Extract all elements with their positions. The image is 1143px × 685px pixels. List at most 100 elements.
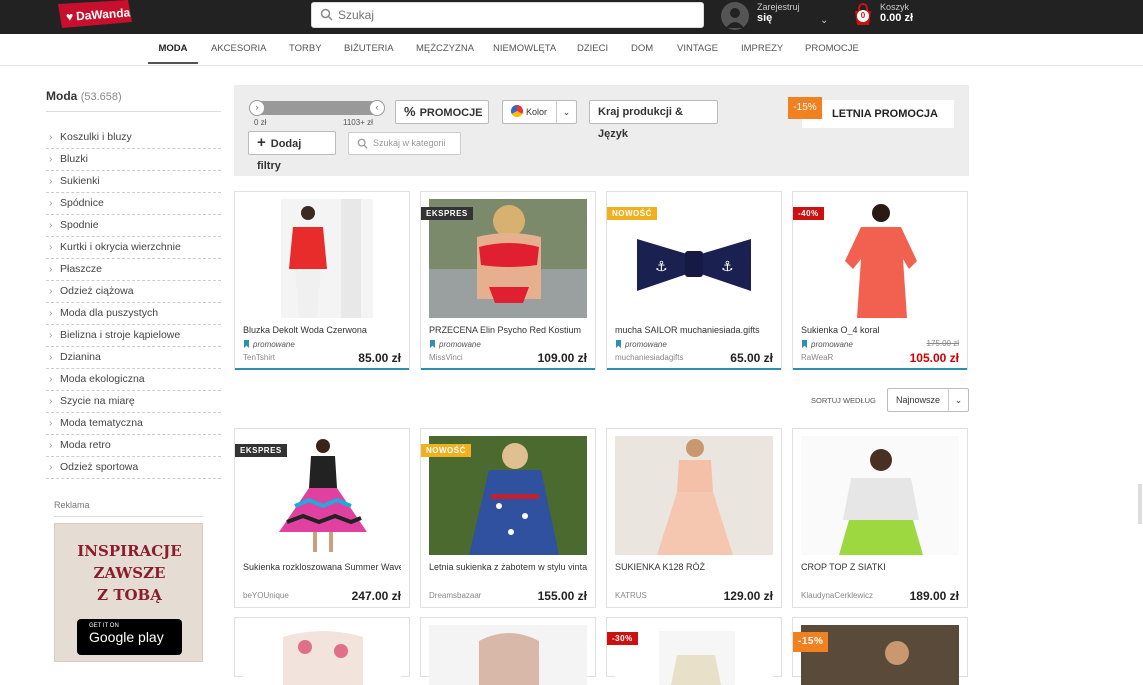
product-seller[interactable]: Dreamsbazaar <box>429 591 519 600</box>
new-badge: NOWOŚĆ <box>421 444 471 457</box>
product-seller[interactable]: KlaudynaCerklewicz <box>801 591 891 600</box>
product-title[interactable]: PRZECENA Elin Psycho Red Kostium <box>429 325 587 335</box>
product-image[interactable] <box>801 199 959 318</box>
sidebar-item[interactable]: Bielizna i stroje kąpielowe <box>46 325 221 347</box>
google-play-button[interactable]: GET IT ON Google play <box>77 619 182 655</box>
product-card[interactable]: EKSPRES PRZECENA Elin Psycho Red Kostium… <box>420 191 596 370</box>
cart-summary[interactable]: Koszyk 0.00 zł <box>880 2 913 24</box>
product-card[interactable] <box>420 617 596 685</box>
search-input[interactable] <box>338 6 688 24</box>
product-title[interactable]: SUKIENKA K128 RÓŻ <box>615 562 773 572</box>
nav-torby[interactable]: TORBY <box>289 34 322 64</box>
sidebar-item[interactable]: Kurtki i okrycia wierzchnie <box>46 237 221 259</box>
nav-dom[interactable]: DOM <box>631 34 653 64</box>
range-min-handle[interactable]: › <box>249 100 265 116</box>
sidebar-item[interactable]: Spódnice <box>46 193 221 215</box>
product-card[interactable]: Bluzka Dekolt Woda Czerwona promowane Te… <box>234 191 410 370</box>
product-card[interactable]: CROP TOP Z SIATKI KlaudynaCerklewicz 189… <box>792 428 968 608</box>
product-card[interactable] <box>234 617 410 685</box>
sidebar-item[interactable]: Dzianina <box>46 347 221 369</box>
product-card[interactable]: EKSPRES Sukienka rozkloszowana Summer Wa… <box>234 428 410 608</box>
sidebar-item[interactable]: Moda ekologiczna <box>46 369 221 391</box>
product-image[interactable] <box>801 436 959 555</box>
sidebar-item[interactable]: Sukienki <box>46 171 221 193</box>
product-card[interactable]: -30% <box>606 617 782 685</box>
filter-panel: › ‹ 0 zł 1103+ zł % PROMOCJE Kolor ⌄ Kraj… <box>234 85 969 176</box>
range-min-label: 0 zł <box>254 118 267 127</box>
summer-promo-banner[interactable]: LETNIA PROMOCJA <box>802 100 954 128</box>
product-title[interactable]: Sukienka O_4 koral <box>801 325 959 335</box>
discount-badge: -15% <box>793 632 829 652</box>
nav-imprezy[interactable]: IMPREZY <box>741 34 783 64</box>
origin-language-filter[interactable]: Kraj produkcji & Język <box>589 100 718 140</box>
product-card[interactable]: NOWOŚĆ Letnia sukienka z żabotem w stylu… <box>420 428 596 608</box>
new-badge: NOWOŚĆ <box>607 207 657 220</box>
product-seller[interactable]: muchaniesiadagifts <box>615 353 705 362</box>
nav-promocje[interactable]: PROMOCJE <box>805 34 859 64</box>
product-card[interactable]: ⚓ ⚓ NOWOŚĆ mucha SAILOR muchaniesiada.gi… <box>606 191 782 370</box>
nav-mezczyzna[interactable]: MĘŻCZYZNA <box>416 34 474 64</box>
product-image[interactable] <box>243 625 401 685</box>
chevron-down-icon[interactable]: ⌄ <box>820 15 828 26</box>
register-label-2: się <box>757 12 773 24</box>
avatar[interactable] <box>721 2 749 30</box>
product-seller[interactable]: beYOUnique <box>243 591 333 600</box>
scrollbar-thumb[interactable] <box>1138 484 1142 524</box>
price-range-slider[interactable]: › ‹ <box>249 100 385 116</box>
add-filters-button[interactable]: + Dodaj filtry <box>248 131 336 172</box>
color-wheel-icon <box>510 105 524 118</box>
dawanda-logo[interactable]: ♥ DaWanda <box>56 0 132 30</box>
sidebar-item[interactable]: Szycie na miarę <box>46 391 221 413</box>
nav-vintage[interactable]: VINTAGE <box>677 34 718 64</box>
product-price: 155.00 zł <box>537 589 587 603</box>
product-title[interactable]: mucha SAILOR muchaniesiada.gifts <box>615 325 773 335</box>
product-image[interactable] <box>243 199 401 318</box>
svg-text:⚓: ⚓ <box>721 259 734 275</box>
search-icon <box>357 138 368 149</box>
ad-label: Reklama <box>54 500 203 517</box>
sidebar-item[interactable]: Moda dla puszystych <box>46 303 221 325</box>
sidebar-item[interactable]: Bluzki <box>46 149 221 171</box>
nav-dzieci[interactable]: DZIECI <box>577 34 608 64</box>
ad-banner[interactable]: INSPIRACJE ZAWSZE Z TOBĄ GET IT ON Googl… <box>54 523 203 662</box>
product-seller[interactable]: MissVinci <box>429 353 519 362</box>
search-box[interactable] <box>311 2 704 28</box>
product-title[interactable]: CROP TOP Z SIATKI <box>801 562 959 572</box>
promo-filter-button[interactable]: % PROMOCJE <box>395 100 489 124</box>
category-search-input[interactable]: Szukaj w kategorii <box>348 132 461 155</box>
sidebar-item[interactable]: Spodnie <box>46 215 221 237</box>
product-image[interactable] <box>429 625 587 685</box>
sidebar-item[interactable]: Odzież sportowa <box>46 457 221 479</box>
product-seller[interactable]: RaWeaR <box>801 353 891 362</box>
nav-bizuteria[interactable]: BIŻUTERIA <box>344 34 394 64</box>
product-card[interactable]: SUKIENKA K128 RÓŻ KATRUS 129.00 zł <box>606 428 782 608</box>
color-filter-select[interactable]: Kolor ⌄ <box>502 100 577 124</box>
product-title[interactable]: Bluzka Dekolt Woda Czerwona <box>243 325 401 335</box>
product-card[interactable]: -40% Sukienka O_4 koral promowane 175.00… <box>792 191 968 370</box>
nav-akcesoria[interactable]: AKCESORIA <box>211 34 266 64</box>
percent-icon: % <box>404 104 416 119</box>
product-price: 65.00 zł <box>730 351 773 365</box>
product-image[interactable] <box>615 625 773 685</box>
sidebar-item[interactable]: Płaszcze <box>46 259 221 281</box>
sort-value: Najnowsze <box>896 395 941 405</box>
nav-moda[interactable]: MODA <box>148 34 198 64</box>
nav-niemowleta[interactable]: NIEMOWLĘTA <box>493 34 556 64</box>
sidebar-item[interactable]: Odzież ciążowa <box>46 281 221 303</box>
product-title[interactable]: Letnia sukienka z żabotem w stylu vintag… <box>429 562 587 572</box>
promoted-label: promowane <box>243 340 295 349</box>
range-max-handle[interactable]: ‹ <box>369 100 385 116</box>
product-card[interactable]: -15% <box>792 617 968 685</box>
account-menu[interactable]: Zarejestruj się <box>757 2 800 24</box>
sidebar-item[interactable]: Moda retro <box>46 435 221 457</box>
cart-count-badge: 0 <box>857 10 869 22</box>
product-seller[interactable]: TenTshirt <box>243 353 333 362</box>
product-image[interactable] <box>615 436 773 555</box>
sort-select[interactable]: Najnowsze ⌄ <box>887 388 969 412</box>
product-title[interactable]: Sukienka rozkloszowana Summer Waves <box>243 562 401 572</box>
product-price: 129.00 zł <box>723 589 773 603</box>
sidebar-item[interactable]: Moda tematyczna <box>46 413 221 435</box>
sidebar-item[interactable]: Koszulki i bluzy <box>46 127 221 149</box>
product-seller[interactable]: KATRUS <box>615 591 705 600</box>
promoted-label: promowane <box>429 340 481 349</box>
